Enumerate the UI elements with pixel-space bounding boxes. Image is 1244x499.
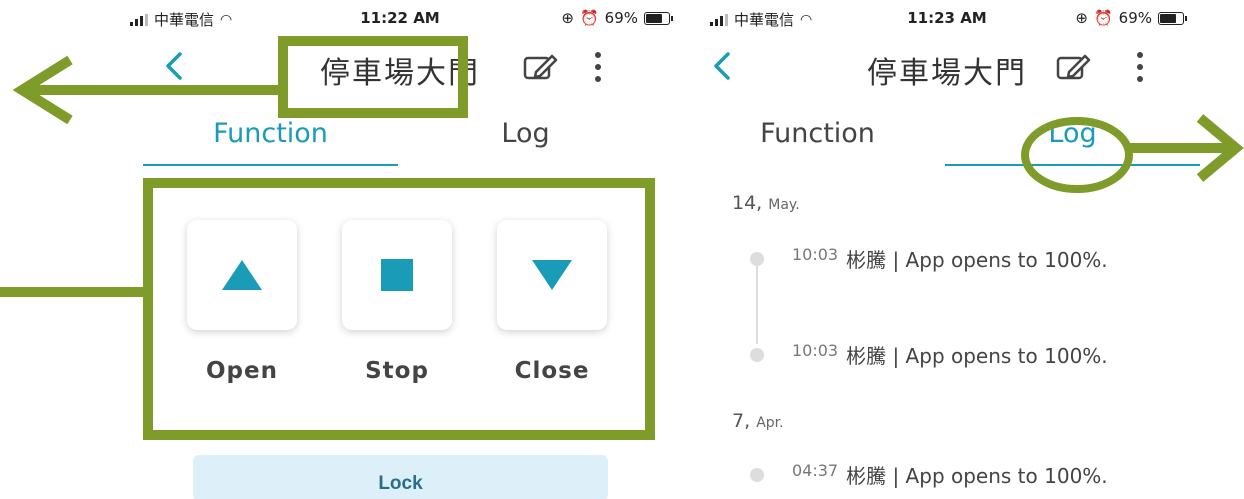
battery-percent: 69% (604, 9, 638, 27)
edit-icon (1056, 54, 1091, 80)
timeline-dot-icon (750, 251, 764, 266)
rotation-lock-icon: ⊕ (561, 9, 574, 27)
edit-icon (523, 54, 558, 80)
log-date-header: 14, May. (732, 192, 800, 214)
log-date-header: 7, Apr. (732, 410, 784, 432)
more-vertical-icon (1137, 52, 1143, 58)
more-options-button[interactable] (588, 48, 608, 86)
tab-function[interactable]: Function (143, 108, 398, 166)
screen-log: 中華電信 ◠ 11:23 AM ⊕ ⏰ 69% 停車場大門 Function L… (690, 0, 1244, 499)
edit-button[interactable] (1055, 50, 1091, 84)
more-options-button[interactable] (1130, 48, 1150, 86)
log-text: 彬騰 | App opens to 100%. (846, 464, 1108, 488)
log-time: 04:37 (792, 461, 839, 480)
screen-function: 中華電信 ◠ 11:22 AM ⊕ ⏰ 69% 停車場大門 Function L… (110, 0, 690, 499)
open-label: Open (206, 358, 278, 384)
log-item: 10:03 彬騰 | App opens to 100%. (750, 244, 1108, 273)
status-bar: 中華電信 ◠ 11:22 AM ⊕ ⏰ 69% (110, 0, 690, 36)
log-item: 04:37 彬騰 | App opens to 100%. (750, 460, 1108, 489)
status-bar: 中華電信 ◠ 11:23 AM ⊕ ⏰ 69% (690, 0, 1244, 36)
alarm-icon: ⏰ (1093, 9, 1113, 27)
rotation-lock-icon: ⊕ (1075, 9, 1088, 27)
more-vertical-icon (595, 52, 601, 58)
battery-icon (644, 11, 673, 25)
app-header: 停車場大門 (110, 40, 690, 96)
log-time: 10:03 (792, 341, 839, 360)
timeline-dot-icon (750, 467, 764, 482)
stop-square-icon (381, 259, 413, 291)
tab-function[interactable]: Function (690, 108, 945, 166)
stop-label: Stop (365, 358, 429, 384)
app-header: 停車場大門 (690, 40, 1244, 96)
log-text: 彬騰 | App opens to 100%. (846, 344, 1108, 368)
alarm-icon: ⏰ (579, 9, 599, 27)
control-buttons: Open Stop Close (187, 220, 607, 384)
battery-percent: 69% (1118, 9, 1152, 27)
tab-bar: Function Log (690, 108, 1200, 166)
tab-log[interactable]: Log (398, 108, 653, 166)
page-title: 停車場大門 (867, 56, 1027, 91)
battery-icon (1158, 11, 1187, 25)
stop-button[interactable] (342, 220, 452, 330)
log-item: 10:03 彬騰 | App opens to 100%. (750, 340, 1108, 369)
open-control[interactable]: Open (187, 220, 297, 384)
tab-bar: Function Log (143, 108, 653, 166)
lock-button[interactable]: Lock (193, 455, 608, 499)
log-text: 彬騰 | App opens to 100%. (846, 248, 1108, 272)
close-button[interactable] (497, 220, 607, 330)
log-time: 10:03 (792, 245, 839, 264)
up-triangle-icon (222, 260, 262, 290)
stop-control[interactable]: Stop (342, 220, 452, 384)
tab-log[interactable]: Log (945, 108, 1200, 166)
timeline-dot-icon (750, 347, 764, 362)
close-control[interactable]: Close (497, 220, 607, 384)
open-button[interactable] (187, 220, 297, 330)
edit-button[interactable] (522, 50, 558, 84)
down-triangle-icon (532, 260, 572, 290)
close-label: Close (514, 358, 590, 384)
